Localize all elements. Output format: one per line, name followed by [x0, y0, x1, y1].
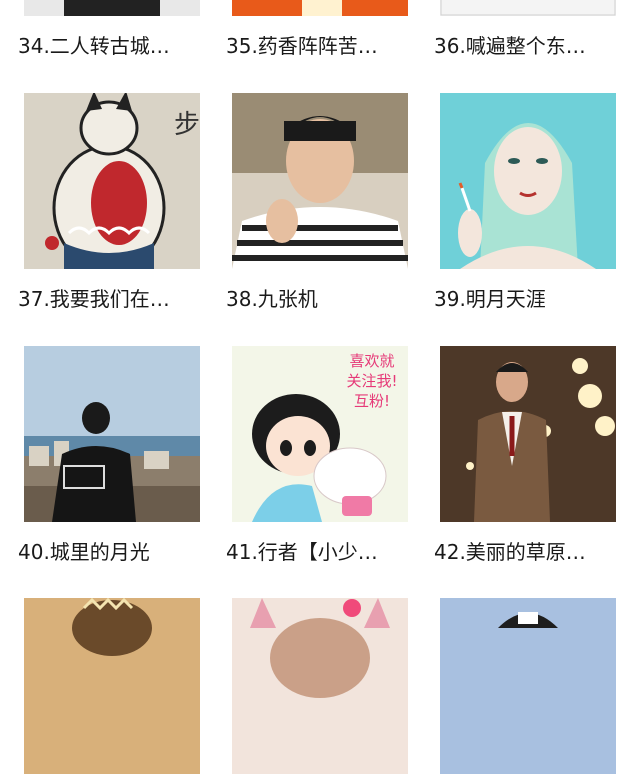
thumbnail-42[interactable] — [440, 346, 616, 522]
sticker-text-line-3: 互粉! — [354, 392, 390, 410]
item-title-41[interactable]: 41.行者【小少… — [226, 539, 416, 565]
sticker-text-line-1: 喜欢就 — [349, 352, 394, 370]
item-title-35[interactable]: 35.药香阵阵苦… — [226, 33, 416, 59]
item-title-38[interactable]: 38.九张机 — [226, 286, 416, 312]
thumbnail-36[interactable] — [440, 0, 616, 16]
thumbnail-38[interactable] — [232, 93, 408, 269]
thumbnail-35[interactable] — [232, 0, 408, 16]
item-title-34[interactable]: 34.二人转古城… — [18, 33, 208, 59]
item-title-39[interactable]: 39.明月天涯 — [434, 286, 624, 312]
thumbnail-39[interactable] — [440, 93, 616, 269]
thumbnail-41[interactable]: 喜欢就 关注我! 互粉! — [232, 346, 408, 522]
svg-text:步: 步 — [174, 110, 200, 140]
item-title-40[interactable]: 40.城里的月光 — [18, 539, 208, 565]
item-title-36[interactable]: 36.喊遍整个东… — [434, 33, 624, 59]
thumbnail-34[interactable] — [24, 0, 200, 16]
thumbnail-45[interactable] — [440, 598, 616, 774]
item-title-42[interactable]: 42.美丽的草原… — [434, 539, 624, 565]
sticker-text-line-2: 关注我! — [346, 372, 397, 390]
thumbnail-43[interactable] — [24, 598, 200, 774]
thumbnail-37[interactable]: 步 — [24, 93, 200, 269]
item-title-37[interactable]: 37.我要我们在… — [18, 286, 208, 312]
thumbnail-44[interactable] — [232, 598, 408, 774]
thumbnail-40[interactable] — [24, 346, 200, 522]
